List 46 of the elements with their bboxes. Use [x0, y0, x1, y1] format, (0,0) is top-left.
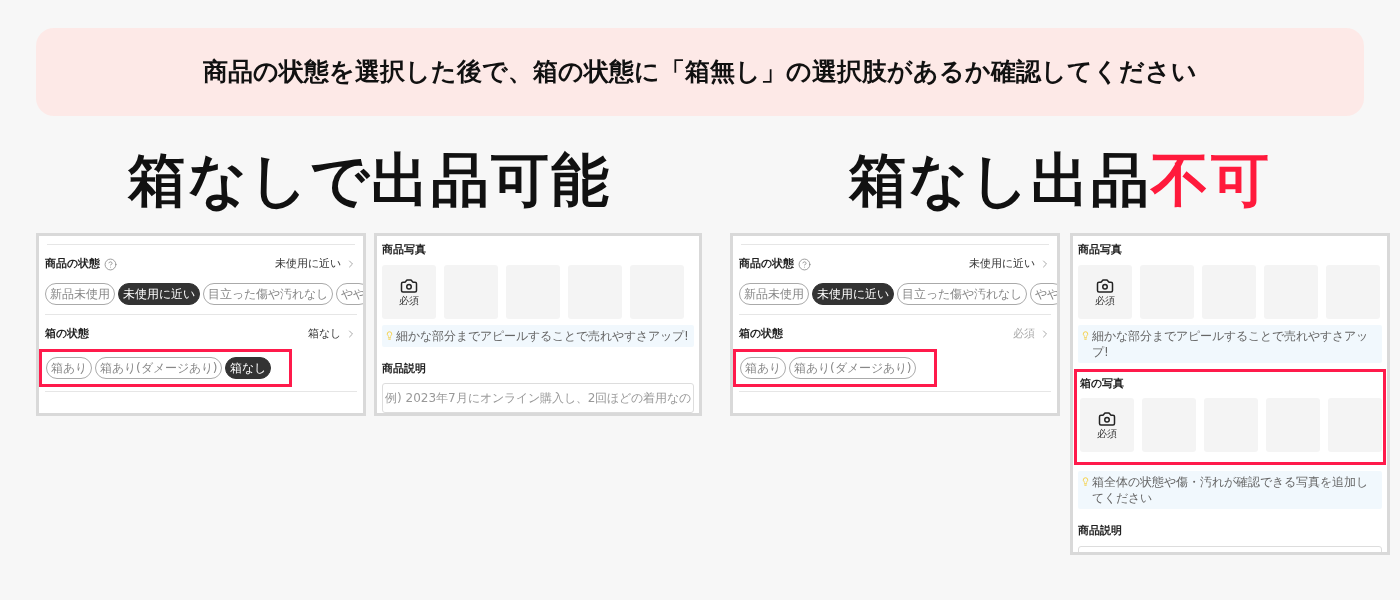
required-label: 必須 — [1097, 428, 1117, 440]
option-chip[interactable]: 未使用に近い — [812, 283, 894, 305]
option-chip[interactable]: 箱なし — [225, 357, 272, 379]
section-label: 箱の状態 — [739, 325, 783, 342]
add-photo-button[interactable]: 必須 — [382, 264, 436, 319]
option-chip[interactable]: 箱あり — [740, 357, 786, 379]
section-title: 商品写真 — [382, 242, 427, 258]
camera-icon — [1098, 410, 1116, 428]
section-title: 商品説明 — [382, 360, 427, 377]
description-field[interactable]: 例) 2023年7月にオンライン購入し、2回ほどの着用なの — [382, 383, 694, 413]
option-chip[interactable]: 目立った傷や汚れなし — [203, 283, 333, 305]
section-label: 商品の状態 — [45, 255, 100, 272]
section-title: 箱の写真 — [1080, 375, 1125, 392]
add-photo-button[interactable]: 必須 — [1080, 398, 1134, 452]
option-chip[interactable]: 箱あり(ダメージあり) — [95, 357, 223, 379]
required-label: 必須 — [1095, 294, 1115, 307]
option-chip[interactable]: 新品未使用 — [739, 283, 809, 305]
selected-value: 未使用に近い — [969, 255, 1035, 272]
help-icon[interactable] — [798, 257, 811, 271]
required-label: 必須 — [399, 294, 419, 307]
option-chip[interactable]: 箱あり — [46, 357, 92, 379]
option-chip[interactable]: 箱あり(ダメージあり) — [789, 357, 917, 379]
tip-text: 箱全体の状態や傷・汚れが確認できる写真を追加してください — [1092, 474, 1369, 506]
heading: 箱なし出品不可 — [849, 145, 1271, 216]
photo-slot[interactable] — [1328, 398, 1382, 452]
camera-icon — [1096, 276, 1114, 295]
section-label: 商品の状態 — [739, 255, 794, 272]
lightbulb-icon — [385, 330, 394, 340]
selected-value: 必須 — [1013, 325, 1035, 342]
add-photo-button[interactable]: 必須 — [1078, 264, 1132, 319]
section-title: 商品説明 — [1078, 523, 1123, 539]
camera-icon — [400, 276, 418, 295]
option-chip[interactable]: 目立った傷や汚れなし — [897, 283, 1027, 305]
help-icon[interactable] — [104, 257, 117, 271]
heading: 箱なしで出品可能 — [127, 145, 611, 216]
tip-text: 細かな部分までアピールすることで売れやすさアップ! — [1092, 327, 1369, 360]
section-label: 箱の状態 — [45, 325, 89, 342]
option-chip[interactable]: 未使用に近い — [118, 283, 200, 305]
option-chip[interactable]: 新品未使用 — [45, 283, 115, 305]
instruction-banner: 商品の状態を選択した後で、箱の状態に「箱無し」の選択肢があるか確認してください — [36, 28, 1364, 116]
selected-value: 箱なし — [308, 325, 341, 342]
tip-text: 細かな部分までアピールすることで売れやすさアップ! — [396, 327, 689, 344]
section-title: 商品写真 — [1078, 242, 1123, 258]
lightbulb-icon — [1081, 477, 1090, 486]
selected-value: 未使用に近い — [275, 255, 341, 272]
lightbulb-icon — [1081, 330, 1090, 340]
